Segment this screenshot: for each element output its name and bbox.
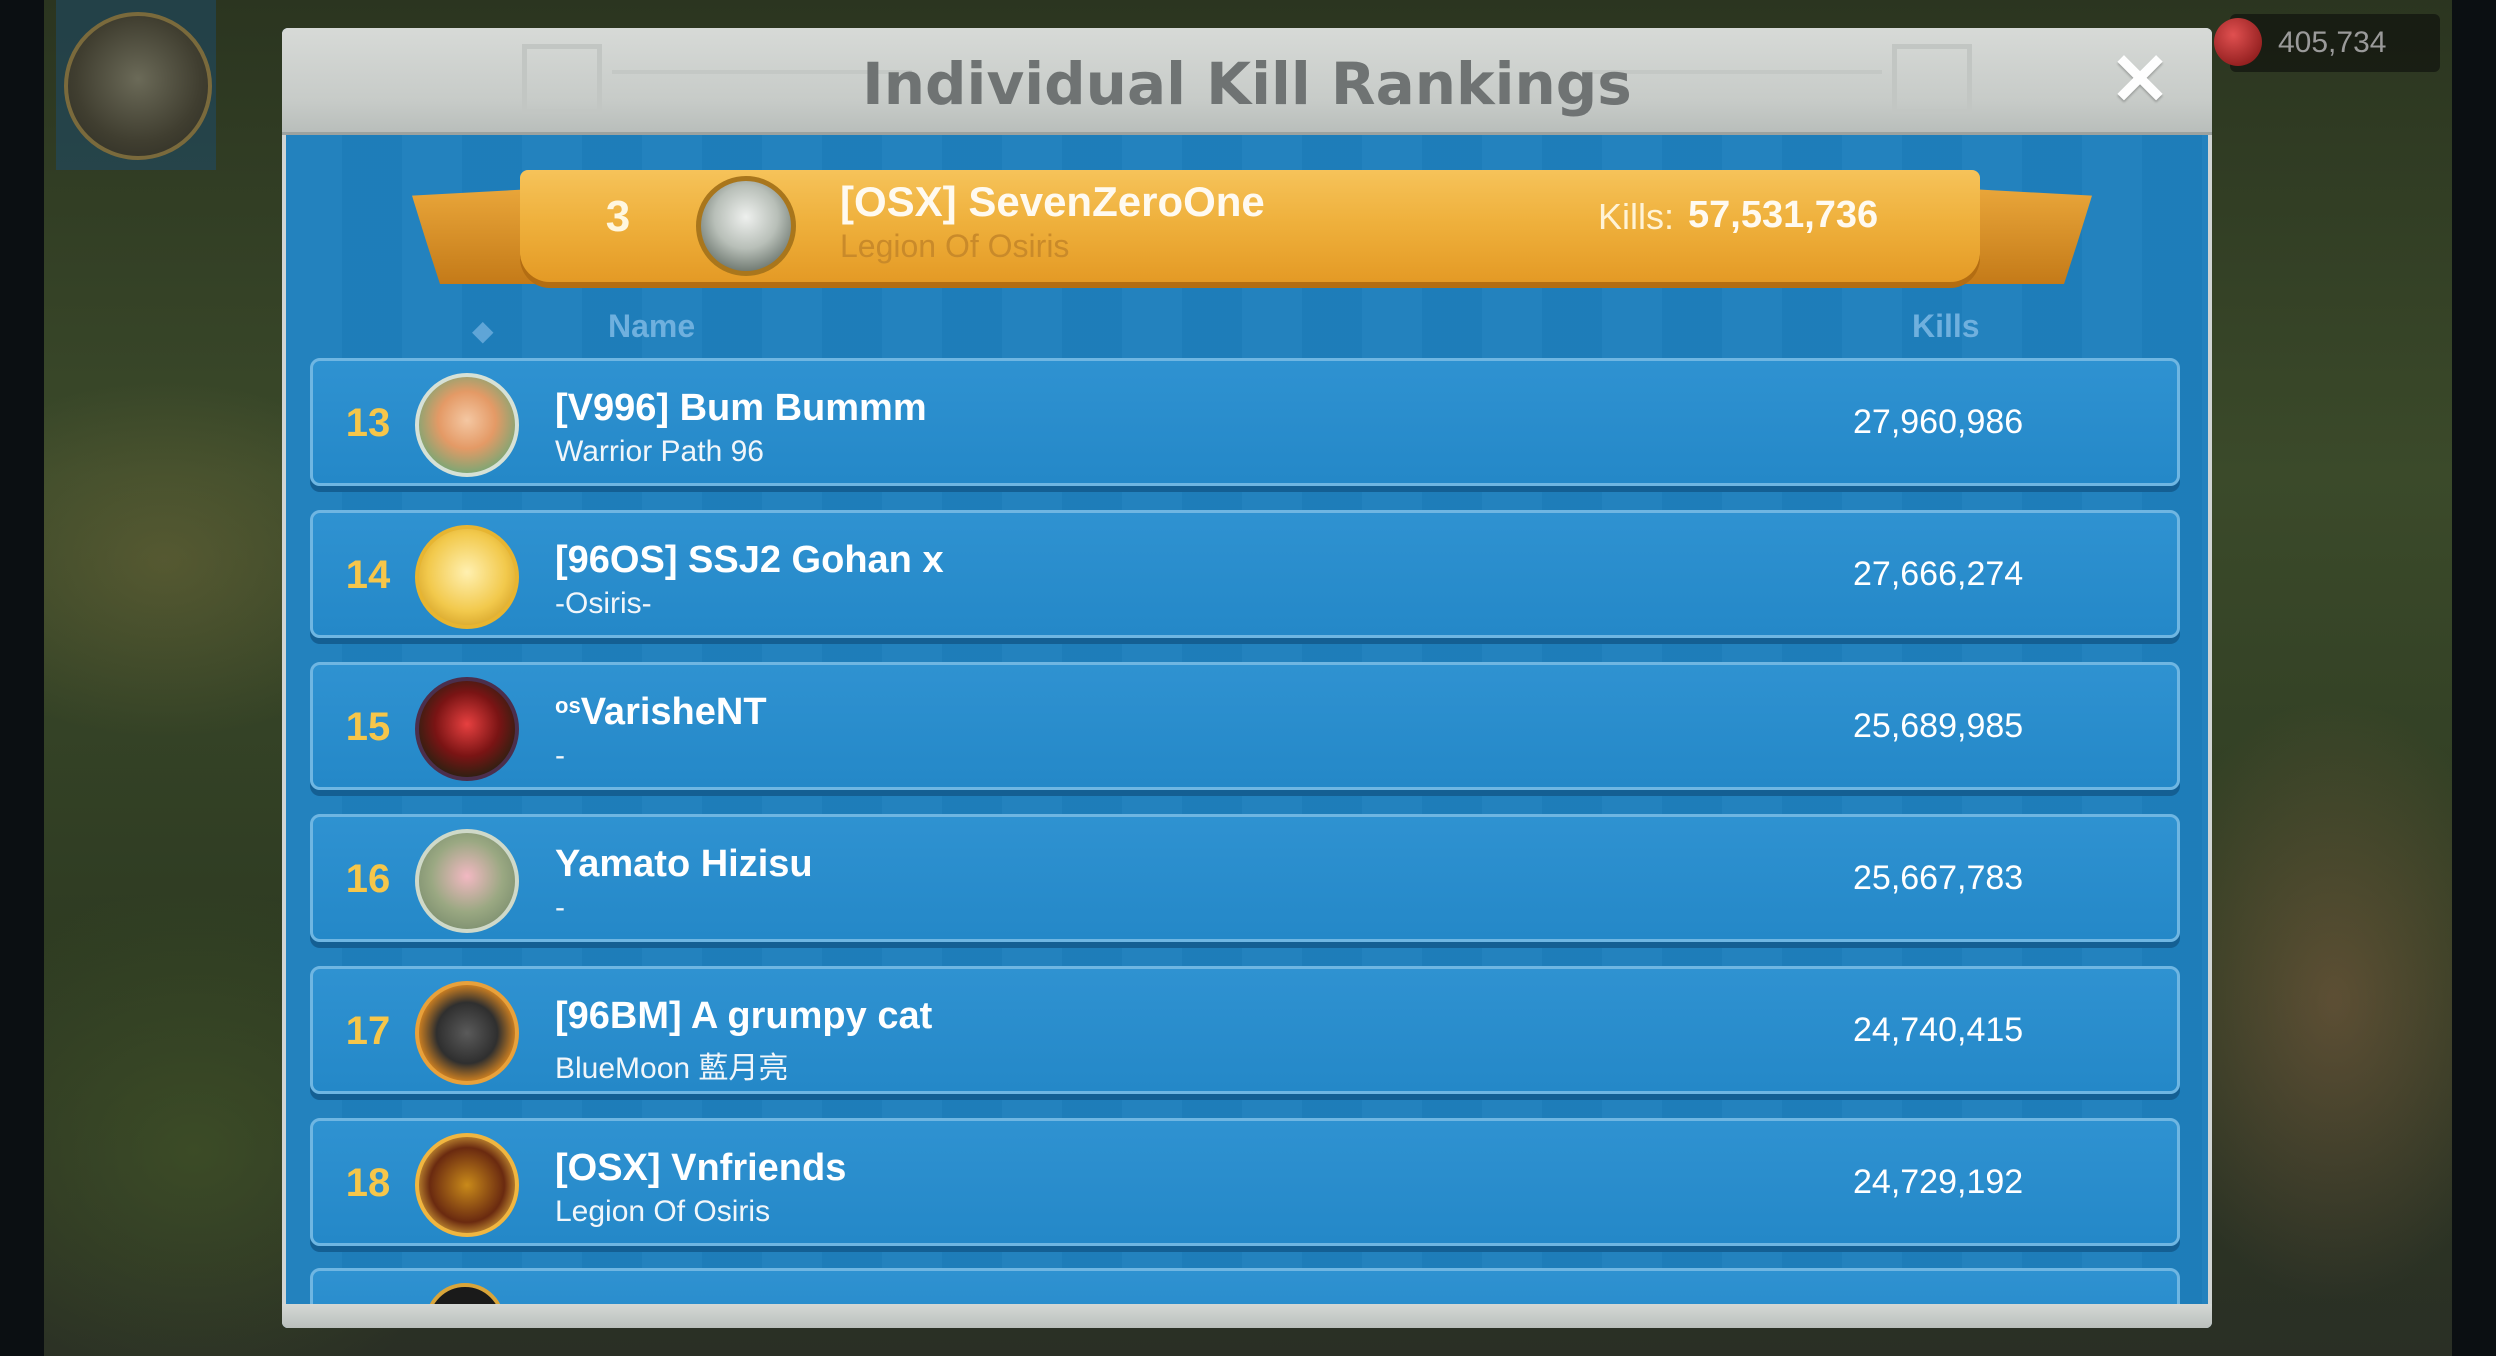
alliance-name: - bbox=[555, 739, 565, 772]
ranking-row[interactable]: 18 [OSX] Vnfriends Legion Of Osiris 24,7… bbox=[310, 1118, 2180, 1246]
alliance-name: Legion Of Osiris bbox=[555, 1195, 771, 1228]
player-avatar-background bbox=[64, 12, 212, 160]
row-rank: 18 bbox=[345, 1161, 391, 1205]
player-name-text: [V996] Bum Bummm bbox=[555, 387, 927, 429]
kills-value: 24,729,192 bbox=[1853, 1163, 2024, 1201]
player-avatar bbox=[415, 1133, 519, 1237]
alliance-name: Warrior Path 96 bbox=[555, 435, 764, 468]
own-alliance-name: Legion Of Osiris bbox=[840, 228, 1070, 264]
own-kills-label: Kills: bbox=[1598, 196, 1675, 237]
player-name: [96OS] SSJ2 Gohan x bbox=[555, 539, 944, 582]
alliance-name: BlueMoon 藍月亮 bbox=[555, 1052, 789, 1085]
player-name: [96BM] A grumpy cat bbox=[555, 995, 932, 1038]
own-kills-value: 57,531,736 bbox=[1688, 194, 1879, 236]
row-rank: 15 bbox=[345, 705, 391, 749]
player-name: [V996] Bum Bummm bbox=[555, 387, 927, 430]
own-avatar bbox=[696, 176, 796, 276]
alliance-name: - bbox=[555, 891, 565, 924]
player-name-text: [96BM] A grumpy cat bbox=[555, 995, 933, 1037]
player-name-text: Yamato Hizisu bbox=[555, 843, 813, 885]
kills-value: 27,960,986 bbox=[1853, 403, 2024, 441]
player-name: Yamato Hizisu bbox=[555, 843, 813, 886]
panel-bottom-edge bbox=[282, 1304, 2212, 1328]
player-avatar bbox=[415, 373, 519, 477]
ranking-row[interactable]: 16 Yamato Hizisu - 25,667,783 bbox=[310, 814, 2180, 942]
kills-column-header: Kills bbox=[1912, 308, 1980, 344]
name-column-header: Name bbox=[608, 308, 696, 344]
own-rank-number: 3 bbox=[605, 192, 631, 241]
title-bar: Individual Kill Rankings ✕ bbox=[282, 28, 2212, 135]
player-name: osVarisheNT bbox=[555, 691, 767, 734]
name-superscript: os bbox=[555, 693, 581, 718]
row-rank: 13 bbox=[345, 401, 391, 445]
ranking-row[interactable]: 13 [V996] Bum Bummm Warrior Path 96 27,9… bbox=[310, 358, 2180, 486]
rank-column-icon: ◆ bbox=[472, 315, 494, 346]
player-name-text: [96OS] SSJ2 Gohan x bbox=[555, 539, 944, 581]
ranking-row[interactable]: 17 [96BM] A grumpy cat BlueMoon 藍月亮 24,7… bbox=[310, 966, 2180, 1094]
player-name-text: [OSX] Vnfriends bbox=[555, 1147, 847, 1189]
own-player-name: [OSX] SevenZeroOne bbox=[840, 178, 1265, 225]
kills-value: 24,740,415 bbox=[1853, 1011, 2024, 1049]
row-rank: 16 bbox=[345, 857, 391, 901]
ranking-row[interactable]: 14 [96OS] SSJ2 Gohan x -Osiris- 27,666,2… bbox=[310, 510, 2180, 638]
row-rank: 17 bbox=[345, 1009, 391, 1053]
row-rank: 14 bbox=[345, 553, 391, 597]
kill-rankings-panel: Individual Kill Rankings ✕ 3 [OSX] Seven… bbox=[282, 28, 2212, 1328]
own-rank-banner[interactable]: 3 [OSX] SevenZeroOne Legion Of Osiris Ki… bbox=[520, 170, 1980, 282]
kills-value: 25,667,783 bbox=[1853, 859, 2024, 897]
resource-counter: 405,734 bbox=[2214, 14, 2440, 72]
ranking-row[interactable]: 15 osVarisheNT - 25,689,985 bbox=[310, 662, 2180, 790]
player-avatar bbox=[415, 981, 519, 1085]
alliance-name: -Osiris- bbox=[555, 587, 652, 620]
player-name-text: VarisheNT bbox=[580, 691, 767, 733]
player-avatar bbox=[415, 525, 519, 629]
player-avatar bbox=[415, 829, 519, 933]
panel-title: Individual Kill Rankings bbox=[862, 50, 1632, 118]
resource-value: 405,734 bbox=[2278, 26, 2387, 59]
player-name: [OSX] Vnfriends bbox=[555, 1147, 846, 1190]
player-avatar bbox=[415, 677, 519, 781]
kills-value: 27,666,274 bbox=[1853, 555, 2024, 593]
gem-icon bbox=[2214, 18, 2262, 66]
close-button[interactable]: ✕ bbox=[2108, 44, 2172, 116]
kills-value: 25,689,985 bbox=[1853, 707, 2024, 745]
